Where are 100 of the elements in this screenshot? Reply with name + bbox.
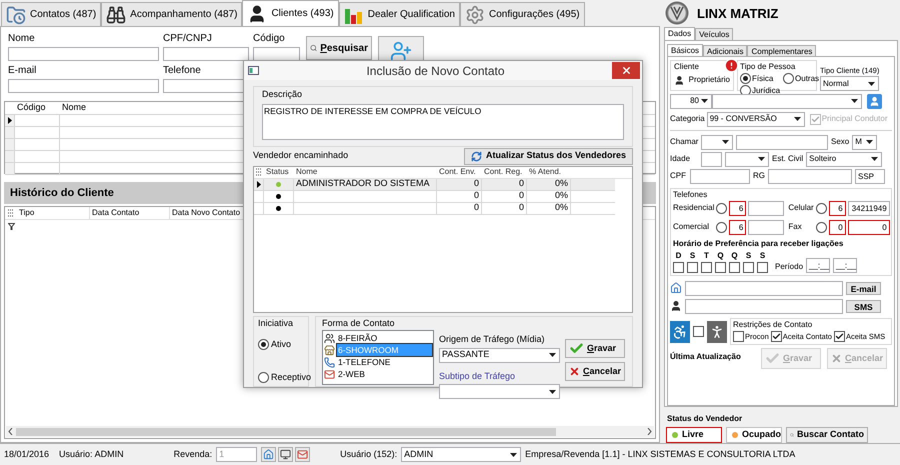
- field-label: CPF: [670, 170, 687, 182]
- tab[interactable]: Clientes (493): [242, 0, 339, 26]
- field-label: Tipo de Pessoa: [740, 60, 796, 73]
- input-field[interactable]: [253, 47, 300, 61]
- field-label: Q: [717, 250, 724, 262]
- tab[interactable]: Complementares: [747, 44, 816, 56]
- radio-label: Física: [752, 72, 774, 85]
- column-header: % Atend.: [528, 166, 562, 178]
- home-button[interactable]: [261, 447, 276, 462]
- checkbox[interactable]: [673, 262, 684, 273]
- input-field[interactable]: __:__: [806, 258, 830, 273]
- list-item[interactable]: 2-WEB: [324, 368, 432, 380]
- input-field[interactable]: 6: [828, 200, 846, 216]
- table-cell-text: 0: [518, 201, 524, 214]
- status-button[interactable]: Livre: [666, 427, 722, 443]
- close-button[interactable]: [612, 62, 640, 79]
- radio-label: Outras: [795, 72, 820, 85]
- dropdown[interactable]: PASSANTE: [439, 348, 560, 362]
- field-label: Status do Vendedor: [667, 413, 744, 425]
- input-field[interactable]: [685, 298, 843, 314]
- input-field[interactable]: 6: [729, 200, 746, 216]
- input-field[interactable]: [748, 200, 784, 216]
- tab[interactable]: Adicionais: [703, 44, 748, 56]
- checkbox[interactable]: [715, 262, 726, 273]
- checkbox[interactable]: [701, 262, 712, 273]
- checkbox[interactable]: [743, 262, 754, 273]
- list-item[interactable]: 1-TELEFONE: [324, 356, 432, 368]
- window-icon: [248, 66, 259, 75]
- input-field[interactable]: 0: [828, 220, 846, 235]
- dropdown[interactable]: ADMIN: [401, 447, 522, 462]
- radio-label: Jurídica: [752, 84, 780, 97]
- tab[interactable]: Dados: [664, 26, 696, 40]
- row-indicator[interactable]: [254, 178, 264, 190]
- input-field[interactable]: [8, 79, 159, 93]
- dropdown[interactable]: [701, 134, 733, 150]
- tab[interactable]: Dealer Qualification: [338, 2, 460, 26]
- input-field[interactable]: [685, 280, 843, 296]
- radio-button[interactable]: [816, 202, 827, 214]
- input-field[interactable]: [748, 220, 784, 235]
- dropdown[interactable]: 99 - CONVERSÃO: [706, 112, 805, 127]
- tab[interactable]: Configurações (495): [460, 2, 585, 26]
- field-label: Descrição: [262, 89, 302, 99]
- column-chooser-icon: [8, 209, 14, 217]
- column-header: Nome: [61, 101, 88, 114]
- sms-button[interactable]: SMS: [846, 300, 881, 313]
- status-button[interactable]: Ocupado: [726, 427, 782, 443]
- input-field[interactable]: 6: [729, 220, 746, 235]
- checkbox[interactable]: [770, 331, 782, 342]
- dropdown[interactable]: Normal: [820, 76, 880, 91]
- checkbox[interactable]: [733, 331, 744, 342]
- radio-button[interactable]: [258, 339, 269, 350]
- caret-icon: [868, 82, 876, 86]
- input-field[interactable]: SSP: [855, 168, 885, 184]
- field-label: Celular: [788, 202, 814, 214]
- radio-button[interactable]: [258, 372, 269, 383]
- dropdown[interactable]: Solteiro: [806, 152, 882, 167]
- radio-button[interactable]: [716, 222, 728, 233]
- search-contact-button[interactable]: Buscar Contato: [786, 427, 868, 443]
- input-field[interactable]: [8, 47, 159, 61]
- email-button[interactable]: E-mail: [846, 282, 881, 295]
- field-label: S: [746, 250, 752, 262]
- input-field[interactable]: 0: [848, 220, 890, 235]
- input-field[interactable]: 34211949: [848, 200, 890, 216]
- dropdown[interactable]: 80: [670, 94, 712, 109]
- column-header: Cont. Env.: [438, 166, 477, 178]
- input-field[interactable]: [690, 168, 750, 184]
- monitor-button[interactable]: [278, 447, 294, 462]
- radio-button[interactable]: [816, 222, 827, 233]
- tab[interactable]: Contatos (487): [1, 2, 102, 26]
- input-field[interactable]: __:__: [833, 258, 858, 273]
- row-indicator[interactable]: [5, 115, 15, 126]
- refresh-status-button[interactable]: Atualizar Status dos Vendedores: [464, 148, 633, 164]
- dropdown[interactable]: M: [852, 134, 878, 150]
- checkbox[interactable]: [693, 326, 704, 338]
- tab[interactable]: Veículos: [695, 28, 734, 40]
- radio-button[interactable]: [783, 73, 794, 84]
- caret-icon: [701, 99, 708, 104]
- radio-button[interactable]: [716, 202, 728, 214]
- input-field[interactable]: [163, 47, 249, 61]
- description-field[interactable]: REGISTRO DE INTERESSE EM COMPRA DE VEÍCULO: [262, 104, 624, 140]
- horizontal-scrollbar[interactable]: [6, 426, 654, 437]
- checkbox[interactable]: [834, 331, 845, 342]
- input-field[interactable]: [768, 168, 852, 184]
- list-item[interactable]: 8-FEIRÃO: [324, 332, 432, 344]
- input-field[interactable]: [736, 134, 828, 150]
- save-button[interactable]: Gravar: [565, 339, 625, 358]
- mail-button[interactable]: [295, 447, 310, 462]
- field-label: Iniciativa: [258, 316, 294, 330]
- checkbox[interactable]: [687, 262, 698, 273]
- tab[interactable]: Básicos: [667, 44, 704, 56]
- cancel-button[interactable]: Cancelar: [565, 362, 625, 381]
- search-button[interactable]: Pesquisar: [306, 36, 372, 60]
- checkbox[interactable]: [757, 262, 768, 273]
- radio-button[interactable]: [740, 73, 751, 84]
- tab[interactable]: Acompanhamento (487): [101, 2, 242, 26]
- input-field[interactable]: [701, 152, 722, 167]
- caret-icon: [510, 452, 518, 456]
- person-button[interactable]: [867, 94, 882, 109]
- checkbox[interactable]: [729, 262, 740, 273]
- contact-type-list[interactable]: 8-FEIRÃO 6-SHOWROOM 1-TELEFONE 2-WEB: [322, 330, 434, 385]
